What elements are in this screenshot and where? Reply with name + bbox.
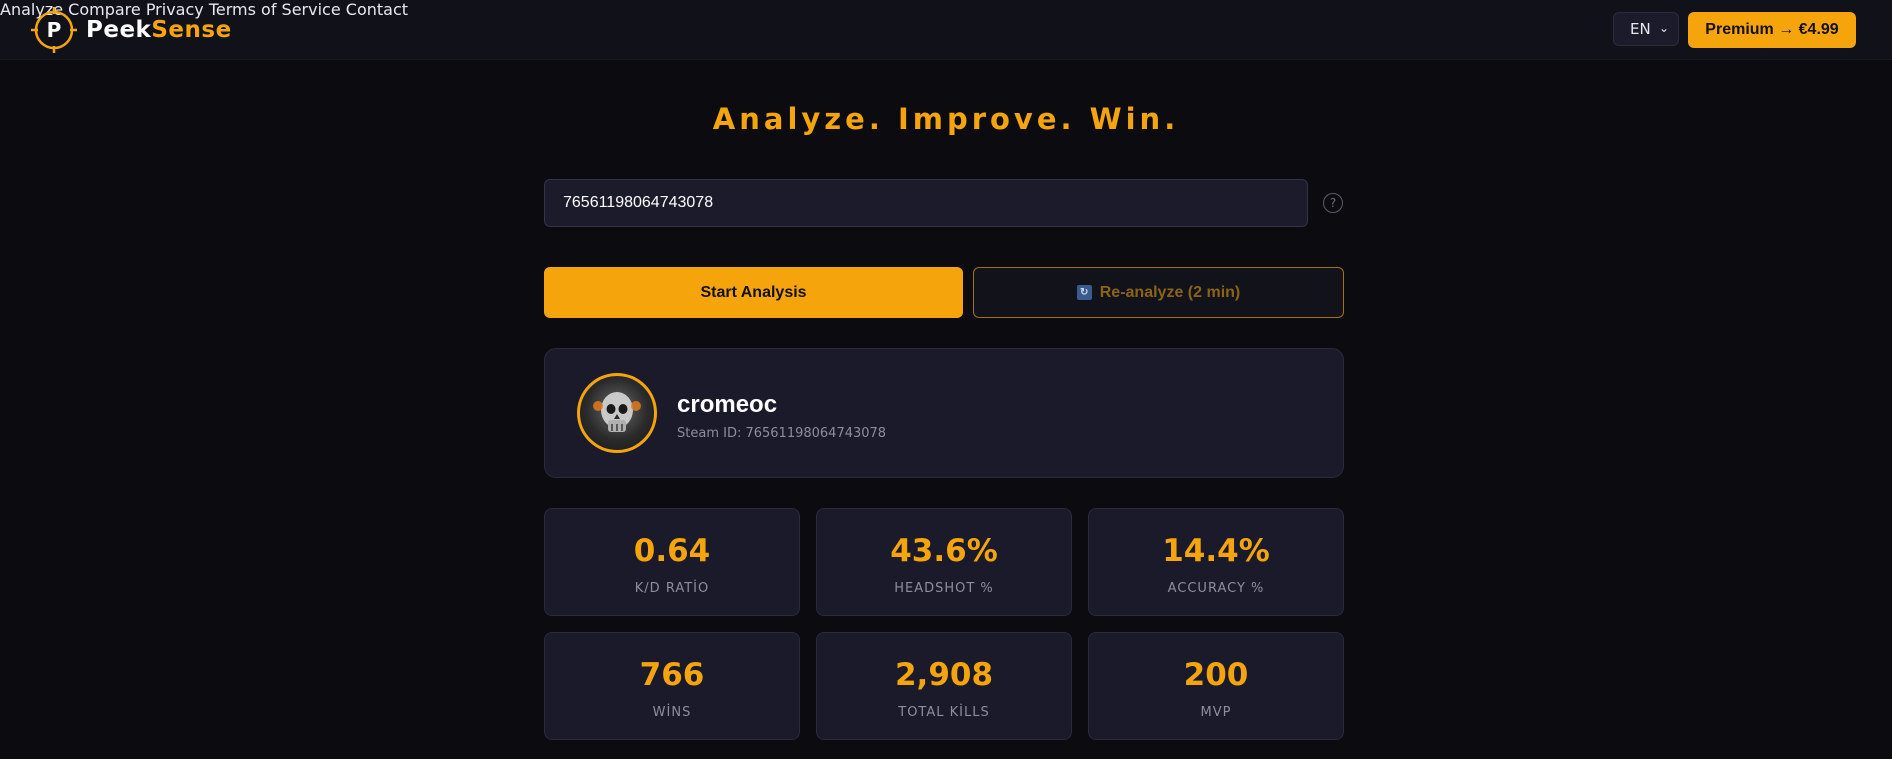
stat-label: K/D RATİO (634, 581, 710, 596)
avatar (577, 373, 657, 453)
profile-username: cromeoc (677, 391, 778, 418)
brand-name-part1: Peek (86, 17, 152, 43)
refresh-icon: ↻ (1076, 285, 1092, 300)
stat-card-headshot: 43.6% HEADSHOT % (816, 508, 1072, 616)
stat-label: WİNS (652, 705, 692, 720)
stat-value: 14.4% (1162, 533, 1270, 569)
top-navbar: P PeekSense Analyze Compare Privacy Term… (0, 0, 1892, 60)
language-value: EN (1630, 20, 1651, 38)
stat-card-mvp: 200 MVP (1088, 632, 1344, 740)
stat-label: HEADSHOT % (894, 581, 994, 596)
profile-steam-id: Steam ID: 76561198064743078 (677, 426, 887, 441)
stat-label: ACCURACY % (1167, 581, 1265, 596)
language-select[interactable]: EN ⌄ (1613, 12, 1679, 46)
stat-value: 2,908 (894, 657, 994, 693)
start-analysis-button[interactable]: Start Analysis (544, 267, 963, 318)
brand-name-part2: Sense (151, 17, 232, 43)
brand-name: PeekSense (86, 17, 232, 43)
skull-avatar-icon (593, 392, 641, 432)
nav-contact[interactable]: Contact (346, 0, 408, 19)
stat-label: TOTAL KİLLS (898, 705, 990, 720)
stat-card-wins: 766 WİNS (544, 632, 800, 740)
stat-value: 200 (1183, 657, 1249, 693)
steam-id-input[interactable] (544, 179, 1308, 227)
stat-label: MVP (1200, 705, 1232, 720)
crosshair-logo-icon: P (31, 7, 77, 53)
stat-card-accuracy: 14.4% ACCURACY % (1088, 508, 1344, 616)
stat-value: 0.64 (633, 533, 711, 569)
profile-card: cromeoc Steam ID: 76561198064743078 (544, 348, 1344, 478)
stat-card-kd: 0.64 K/D RATİO (544, 508, 800, 616)
page-headline: Analyze. Improve. Win. (712, 102, 1180, 136)
premium-button[interactable]: Premium → €4.99 (1688, 12, 1856, 48)
help-icon[interactable]: ? (1323, 193, 1343, 213)
logo-letter: P (47, 18, 62, 42)
reanalyze-button[interactable]: ↻ Re-analyze (2 min) (973, 267, 1344, 318)
brand-logo[interactable]: P PeekSense (31, 6, 232, 54)
stat-card-total-kills: 2,908 TOTAL KİLLS (816, 632, 1072, 740)
chevron-down-icon: ⌄ (1658, 21, 1669, 35)
stat-value: 766 (639, 657, 705, 693)
reanalyze-label: Re-analyze (2 min) (1099, 283, 1241, 301)
stat-value: 43.6% (890, 533, 998, 569)
